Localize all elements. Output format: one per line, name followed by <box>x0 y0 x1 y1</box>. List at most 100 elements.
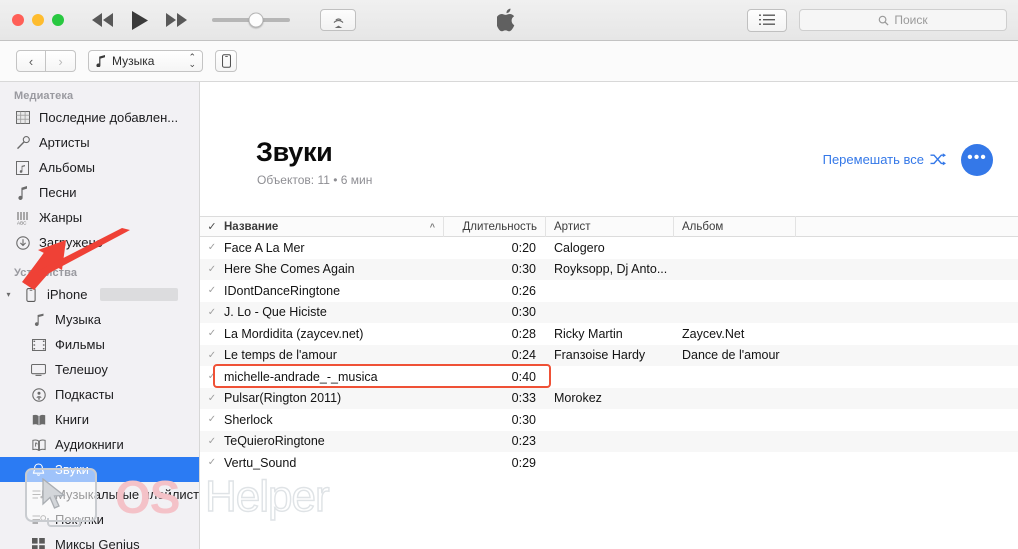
microphone-icon <box>14 135 31 151</box>
table-row[interactable]: ✓ J. Lo - Que Hiciste 0:30 <box>200 301 1018 323</box>
table-row[interactable]: ✓ La Mordidita (zaycev.net) 0:28 Ricky M… <box>200 323 1018 345</box>
shuffle-all-button[interactable]: Перемешать все <box>823 152 946 167</box>
table-row[interactable]: ✓ Pulsar(Rington 2011) 0:33 Morokez <box>200 387 1018 409</box>
close-button[interactable] <box>12 14 24 26</box>
sidebar-item-iphone[interactable]: ▾ iPhone <box>0 282 199 307</box>
grid-icon <box>14 110 31 126</box>
cell-duration: 0:40 <box>511 369 536 384</box>
cell-name: Le temps de l'amour <box>224 348 337 363</box>
column-header-duration[interactable]: Длительность <box>444 216 546 237</box>
device-button[interactable] <box>215 50 237 72</box>
page-title: Звуки <box>256 137 333 167</box>
row-checkbox[interactable]: ✓ <box>200 307 224 318</box>
column-header-checkbox[interactable]: ✓ <box>200 216 224 237</box>
row-checkbox[interactable]: ✓ <box>200 393 224 404</box>
genius-icon <box>30 537 47 549</box>
sidebar-item-device-movies[interactable]: Фильмы <box>0 332 199 357</box>
row-checkbox[interactable]: ✓ <box>200 371 224 382</box>
table-row[interactable]: ✓ Face A La Mer 0:20 Calogero <box>200 237 1018 259</box>
sidebar-item-label: Музыка <box>55 312 101 327</box>
cell-name: La Mordidita (zaycev.net) <box>224 326 364 341</box>
minimize-button[interactable] <box>32 14 44 26</box>
check-icon: ✓ <box>207 457 217 469</box>
check-icon: ✓ <box>207 371 217 383</box>
search-placeholder: Поиск <box>894 13 928 27</box>
forward-button[interactable]: › <box>46 50 76 72</box>
fast-forward-button[interactable] <box>166 13 188 27</box>
cell-duration: 0:23 <box>511 434 536 449</box>
back-button[interactable]: ‹ <box>16 50 46 72</box>
rewind-button[interactable] <box>92 13 114 27</box>
sidebar-item-device-books[interactable]: Книги <box>0 407 199 432</box>
cell-duration: 0:29 <box>511 455 536 470</box>
cell-duration: 0:24 <box>511 348 536 363</box>
sidebar-item-device-music[interactable]: Музыка <box>0 307 199 332</box>
sidebar-item-label: Телешоу <box>55 362 108 377</box>
sidebar-item-genres[interactable]: ABC Жанры <box>0 205 199 230</box>
column-header-album[interactable]: Альбом <box>674 216 796 237</box>
cell-duration: 0:28 <box>511 326 536 341</box>
genres-icon: ABC <box>14 210 31 226</box>
stepper-arrows-icon: ⌃ ⌄ <box>188 52 196 69</box>
row-checkbox[interactable]: ✓ <box>200 457 224 468</box>
row-checkbox[interactable]: ✓ <box>200 350 224 361</box>
column-header-name[interactable]: Название ^ <box>224 216 444 237</box>
row-checkbox[interactable]: ✓ <box>200 264 224 275</box>
page-subtitle: Объектов: 11 • 6 мин <box>257 173 373 187</box>
check-icon: ✓ <box>207 285 217 297</box>
sidebar-item-albums[interactable]: Альбомы <box>0 155 199 180</box>
sidebar-item-label: Артисты <box>39 135 90 150</box>
table-row[interactable]: ✓ TeQuieroRingtone 0:23 <box>200 430 1018 452</box>
cell-duration: 0:30 <box>511 305 536 320</box>
column-header-artist[interactable]: Артист <box>546 216 674 237</box>
airplay-button[interactable] <box>320 9 356 31</box>
cell-name: Vertu_Sound <box>224 455 297 470</box>
table-row[interactable]: ✓ Le temps de l'amour 0:24 Franзoise Har… <box>200 344 1018 366</box>
sidebar-item-artists[interactable]: Артисты <box>0 130 199 155</box>
row-checkbox[interactable]: ✓ <box>200 328 224 339</box>
disclosure-triangle-icon[interactable]: ▾ <box>4 290 13 299</box>
sidebar-item-device-podcasts[interactable]: Подкасты <box>0 382 199 407</box>
row-checkbox[interactable]: ✓ <box>200 285 224 296</box>
search-field[interactable]: Поиск <box>799 9 1007 31</box>
list-view-button[interactable] <box>747 8 787 32</box>
maximize-button[interactable] <box>52 14 64 26</box>
cell-duration: 0:33 <box>511 391 536 406</box>
media-kind-label: Музыка <box>112 54 155 68</box>
sidebar-item-label: Альбомы <box>39 160 95 175</box>
sidebar-item-device-genius-mixes[interactable]: Миксы Genius <box>0 532 199 549</box>
sidebar-item-device-tvshows[interactable]: Телешоу <box>0 357 199 382</box>
sidebar-item-songs[interactable]: Песни <box>0 180 199 205</box>
cell-name: michelle-andrade_-_musica <box>224 369 378 384</box>
check-icon: ✓ <box>207 328 217 340</box>
table-row-highlighted[interactable]: ✓ michelle-andrade_-_musica 0:40 <box>200 364 1018 388</box>
check-icon: ✓ <box>207 349 217 361</box>
row-checkbox[interactable]: ✓ <box>200 242 224 253</box>
sidebar-item-label: Фильмы <box>55 337 105 352</box>
tracks-table: ✓ Название ^ Длительность Артист Альбом … <box>200 216 1018 474</box>
cell-album: Dance de l'amour <box>682 348 780 363</box>
row-checkbox[interactable]: ✓ <box>200 414 224 425</box>
fast-forward-icon <box>166 13 187 27</box>
play-button[interactable] <box>132 10 148 30</box>
download-icon <box>14 235 31 251</box>
table-row[interactable]: ✓ Here She Comes Again 0:30 Royksopp, Dj… <box>200 258 1018 280</box>
media-kind-popup[interactable]: Музыка ⌃ ⌄ <box>88 50 203 72</box>
row-checkbox[interactable]: ✓ <box>200 436 224 447</box>
cell-artist: Ricky Martin <box>554 326 623 341</box>
cell-name: Sherlock <box>224 412 273 427</box>
table-row[interactable]: ✓ IDontDanceRingtone 0:26 <box>200 280 1018 302</box>
cell-artist: Franзoise Hardy <box>554 348 646 363</box>
cell-name: TeQuieroRingtone <box>224 434 325 449</box>
volume-knob[interactable] <box>248 12 264 28</box>
main-toolbar: Поиск <box>0 0 1018 41</box>
sidebar-item-label: Аудиокниги <box>55 437 124 452</box>
sidebar-item-downloaded[interactable]: Загружено <box>0 230 199 255</box>
rewind-icon <box>92 13 113 27</box>
sidebar-item-recently-added[interactable]: Последние добавлен... <box>0 105 199 130</box>
more-options-button[interactable]: ••• <box>961 144 993 176</box>
table-row[interactable]: ✓ Vertu_Sound 0:29 <box>200 452 1018 474</box>
cell-name: Face A La Mer <box>224 240 305 255</box>
table-row[interactable]: ✓ Sherlock 0:30 <box>200 409 1018 431</box>
sidebar-item-device-audiobooks[interactable]: Аудиокниги <box>0 432 199 457</box>
